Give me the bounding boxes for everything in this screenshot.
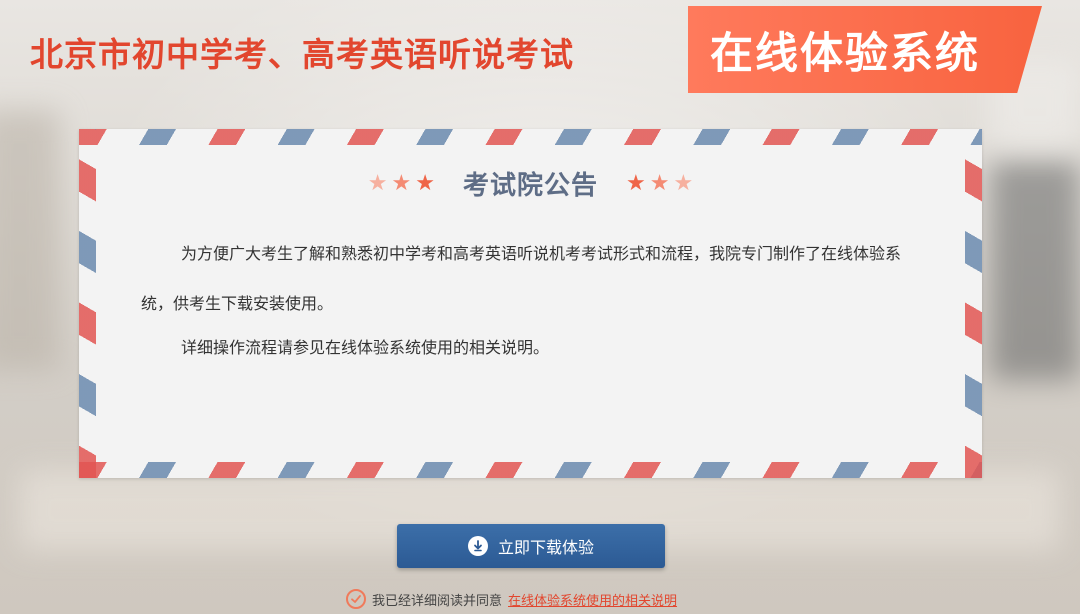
notice-card: ★ ★ ★ 考试院公告 ★ ★ ★ 为方便广大考生了解和熟悉初中学考和高考英语听… (79, 129, 982, 478)
notice-paragraph: 详细操作流程请参见在线体验系统使用的相关说明。 (181, 338, 550, 357)
star-icon: ★ (391, 171, 412, 196)
notice-paragraph: 为方便广大考生了解和熟悉初中学考和高考英语听说机考考试形式和流程，我院专门制作了… (141, 244, 902, 313)
stars-right: ★ ★ ★ (626, 171, 693, 196)
notice-header: ★ ★ ★ 考试院公告 ★ ★ ★ (79, 165, 982, 202)
notice-body: 为方便广大考生了解和熟悉初中学考和高考英语听说机考考试形式和流程，我院专门制作了… (141, 229, 921, 367)
star-icon: ★ (415, 171, 435, 196)
background-blackboard (990, 160, 1080, 380)
airmail-stripe-bottom (79, 462, 982, 478)
star-icon: ★ (626, 171, 646, 196)
agree-checkbox[interactable] (346, 589, 366, 609)
agreement-text: 我已经详细阅读并同意 (372, 593, 503, 609)
page-title: 北京市初中学考、高考英语听说考试 (30, 35, 574, 74)
star-icon: ★ (649, 171, 670, 196)
agreement-link[interactable]: 在线体验系统使用的相关说明 (508, 590, 677, 609)
agreement-row: 我已经详细阅读并同意 在线体验系统使用的相关说明 (346, 589, 677, 609)
star-icon: ★ (367, 171, 388, 196)
star-icon: ★ (673, 171, 694, 196)
airmail-stripe-top (79, 129, 982, 145)
download-circle-icon (467, 536, 488, 556)
stars-left: ★ ★ ★ (368, 171, 435, 196)
download-button-label: 立即下载体验 (497, 538, 594, 557)
badge-label: 在线体验系统 (710, 28, 980, 79)
download-button[interactable]: 立即下载体验 (397, 524, 665, 568)
notice-title: 考试院公告 (462, 171, 598, 201)
check-icon (351, 595, 361, 603)
header-badge: 在线体验系统 (688, 6, 1042, 93)
background-blur (0, 110, 60, 370)
